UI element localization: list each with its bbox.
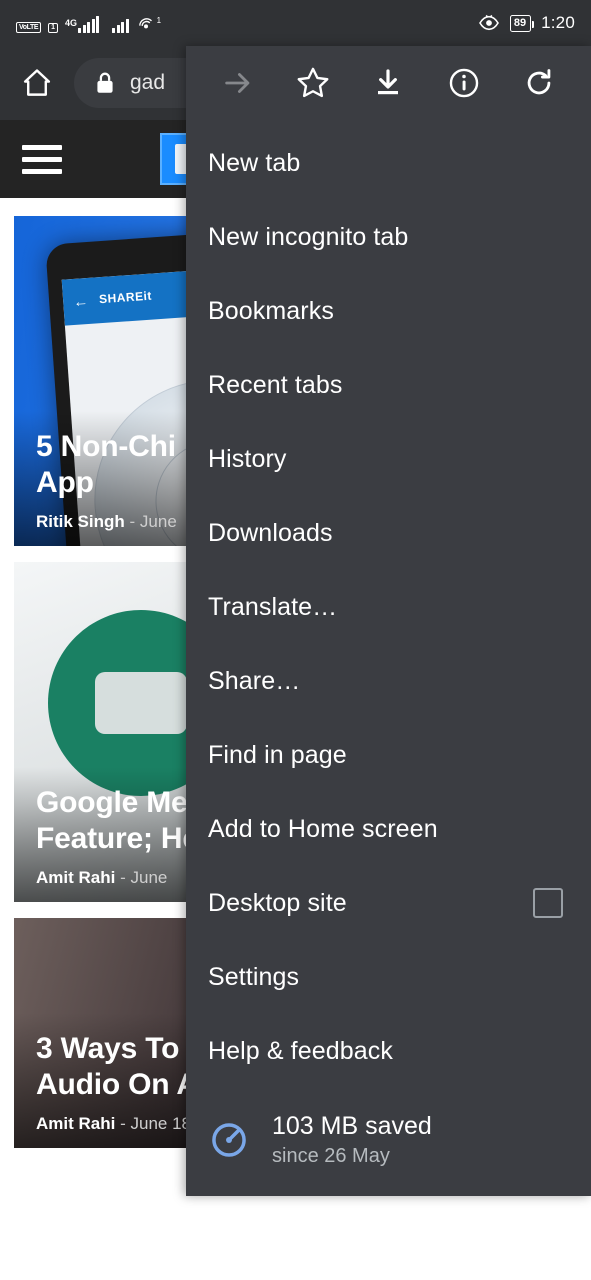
meta-separator: - [120, 1114, 126, 1133]
menu-item-label: Downloads [208, 518, 333, 547]
meta-separator: - [129, 512, 136, 531]
menu-item-label: Share… [208, 666, 301, 695]
menu-item-label: Add to Home screen [208, 814, 438, 843]
meta-separator: - [120, 868, 126, 887]
eye-comfort-icon [478, 14, 499, 31]
menu-item-label: Desktop site [208, 888, 347, 917]
data-saved-amount: 103 MB saved [272, 1112, 432, 1141]
hotspot-count-label: 1 [156, 16, 162, 25]
menu-item-find-in-page[interactable]: Find in page [186, 718, 591, 792]
menu-item-label: Help & feedback [208, 1036, 393, 1065]
url-text: gad [130, 71, 166, 94]
page-info-icon[interactable] [441, 60, 487, 106]
menu-item-new-incognito-tab[interactable]: New incognito tab [186, 200, 591, 274]
article-author: Amit Rahi [36, 868, 116, 887]
home-icon[interactable] [20, 66, 54, 100]
browser-overflow-menu: New tab New incognito tab Bookmarks Rece… [186, 46, 591, 1196]
menu-item-list: New tab New incognito tab Bookmarks Rece… [186, 120, 591, 1178]
article-date: June [130, 868, 168, 887]
sim-indicator-icon: 1 [48, 23, 59, 33]
menu-item-help-and-feedback[interactable]: Help & feedback [186, 1014, 591, 1088]
signal-bars-2-icon [112, 17, 129, 33]
bookmark-star-icon[interactable] [290, 60, 336, 106]
menu-item-history[interactable]: History [186, 422, 591, 496]
volte-icon: VoLTE [16, 22, 42, 33]
hotspot-group: 1 [136, 13, 161, 33]
data-saver-gauge-icon [212, 1123, 246, 1157]
network-type-label: 4G [65, 18, 78, 28]
article-author: Ritik Singh [36, 512, 125, 531]
menu-item-add-to-home-screen[interactable]: Add to Home screen [186, 792, 591, 866]
forward-arrow-icon[interactable] [215, 60, 261, 106]
article-author: Amit Rahi [36, 1114, 116, 1133]
menu-icon-row [186, 46, 591, 120]
menu-item-settings[interactable]: Settings [186, 940, 591, 1014]
clock-label: 1:20 [541, 13, 575, 32]
menu-item-share[interactable]: Share… [186, 644, 591, 718]
lock-icon [97, 72, 113, 93]
menu-item-label: New incognito tab [208, 222, 409, 251]
phone-screen: VoLTE 1 4G 1 89 1:20 gad ← SHAREit 5 Non… [0, 0, 591, 1280]
menu-item-new-tab[interactable]: New tab [186, 126, 591, 200]
hotspot-icon [138, 18, 152, 29]
data-saver-text: 103 MB saved since 26 May [272, 1112, 432, 1168]
data-saver-summary[interactable]: 103 MB saved since 26 May [186, 1088, 591, 1178]
menu-item-desktop-site[interactable]: Desktop site [186, 866, 591, 940]
signal-bars-icon [78, 16, 100, 33]
status-bar-right: 89 1:20 [478, 13, 575, 33]
status-bar-left: VoLTE 1 4G 1 [16, 13, 161, 33]
cellular-signal-1-group: 4G [65, 16, 100, 33]
data-saved-since: since 26 May [272, 1144, 390, 1167]
article-date: June [139, 512, 177, 531]
menu-item-label: Settings [208, 962, 300, 991]
menu-item-label: Find in page [208, 740, 347, 769]
menu-item-label: New tab [208, 148, 301, 177]
reload-icon[interactable] [516, 60, 562, 106]
menu-item-label: Recent tabs [208, 370, 343, 399]
hamburger-menu-icon[interactable] [22, 144, 62, 174]
desktop-site-checkbox[interactable] [533, 888, 563, 918]
menu-item-label: Translate… [208, 592, 338, 621]
download-icon[interactable] [365, 60, 411, 106]
battery-level-label: 89 [513, 16, 527, 29]
menu-item-label: History [208, 444, 287, 473]
menu-item-label: Bookmarks [208, 296, 334, 325]
battery-icon: 89 [509, 14, 535, 32]
status-bar: VoLTE 1 4G 1 89 1:20 [0, 0, 591, 46]
menu-item-downloads[interactable]: Downloads [186, 496, 591, 570]
menu-item-translate[interactable]: Translate… [186, 570, 591, 644]
menu-item-recent-tabs[interactable]: Recent tabs [186, 348, 591, 422]
menu-item-bookmarks[interactable]: Bookmarks [186, 274, 591, 348]
